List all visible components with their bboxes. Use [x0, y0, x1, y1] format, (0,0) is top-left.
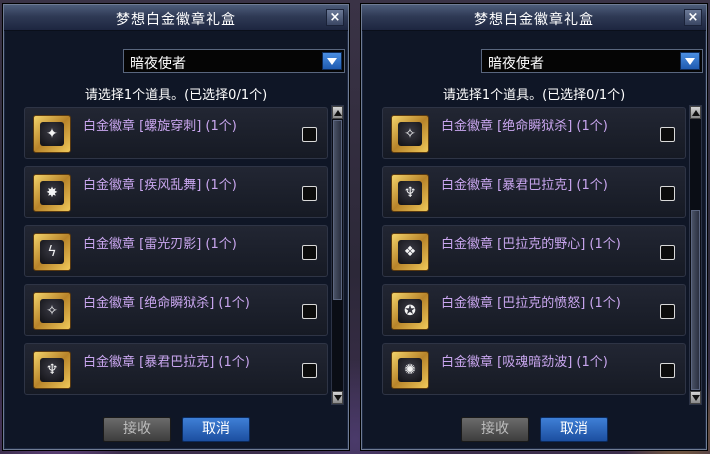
scroll-down-button[interactable] — [332, 391, 343, 404]
item-checkbox[interactable] — [660, 304, 675, 319]
item-checkbox[interactable] — [302, 127, 317, 142]
list-item[interactable]: ❖ 白金徽章 [巴拉克的野心] (1个) — [382, 225, 686, 277]
scroll-up-button[interactable] — [690, 106, 701, 119]
item-name: 白金徽章 [螺旋穿刺] (1个) — [83, 119, 237, 134]
item-checkbox[interactable] — [302, 363, 317, 378]
item-checkbox[interactable] — [302, 304, 317, 319]
list-item[interactable]: ✧ 白金徽章 [绝命瞬狱杀] (1个) — [24, 284, 328, 336]
tyrant-barak-icon: ♆ — [33, 351, 71, 389]
accept-button[interactable]: 接收 — [461, 417, 529, 442]
list-item[interactable]: ✸ 白金徽章 [疾风乱舞] (1个) — [24, 166, 328, 218]
item-checkbox[interactable] — [660, 186, 675, 201]
item-checkbox[interactable] — [660, 363, 675, 378]
cancel-button[interactable]: 取消 — [182, 417, 250, 442]
scrollbar[interactable] — [331, 105, 344, 405]
item-list: ✦ 白金徽章 [螺旋穿刺] (1个) ✸ 白金徽章 [疾风乱舞] (1个) ϟ … — [15, 103, 343, 407]
dialog-titlebar[interactable]: 梦想白金徽章礼盒 × — [4, 5, 348, 31]
scrollbar[interactable] — [689, 105, 702, 405]
class-dropdown[interactable]: 暗夜使者 — [123, 49, 345, 73]
gift-box-dialog-left: 梦想白金徽章礼盒 × 暗夜使者 请选择1个道具。(已选择0/1个) ✦ 白金徽章… — [3, 4, 349, 450]
item-name: 白金徽章 [暴君巴拉克] (1个) — [441, 178, 608, 193]
scroll-down-button[interactable] — [690, 391, 701, 404]
item-name: 白金徽章 [吸魂暗劲波] (1个) — [441, 355, 608, 370]
selection-prompt: 请选择1个道具。(已选择0/1个) — [84, 88, 268, 103]
class-dropdown[interactable]: 暗夜使者 — [481, 49, 703, 73]
chevron-down-icon[interactable] — [322, 52, 342, 70]
soul-drain-icon: ✺ — [391, 351, 429, 389]
spiral-pierce-icon: ✦ — [33, 115, 71, 153]
list-item[interactable]: ✪ 白金徽章 [巴拉克的愤怒] (1个) — [382, 284, 686, 336]
wind-dance-icon: ✸ — [33, 174, 71, 212]
list-item[interactable]: ✦ 白金徽章 [螺旋穿刺] (1个) — [24, 107, 328, 159]
item-checkbox[interactable] — [302, 245, 317, 260]
list-item[interactable]: ♆ 白金徽章 [暴君巴拉克] (1个) — [24, 343, 328, 395]
barak-ambition-icon: ❖ — [391, 233, 429, 271]
list-item[interactable]: ✧ 白金徽章 [绝命瞬狱杀] (1个) — [382, 107, 686, 159]
gift-box-dialog-right: 梦想白金徽章礼盒 × 暗夜使者 请选择1个道具。(已选择0/1个) ✧ 白金徽章… — [361, 4, 707, 450]
cancel-button[interactable]: 取消 — [540, 417, 608, 442]
item-checkbox[interactable] — [660, 245, 675, 260]
close-button[interactable]: × — [326, 9, 344, 26]
item-name: 白金徽章 [巴拉克的愤怒] (1个) — [441, 296, 621, 311]
item-name: 白金徽章 [绝命瞬狱杀] (1个) — [83, 296, 250, 311]
fatal-strike-icon: ✧ — [33, 292, 71, 330]
barak-wrath-icon: ✪ — [391, 292, 429, 330]
item-name: 白金徽章 [绝命瞬狱杀] (1个) — [441, 119, 608, 134]
accept-button[interactable]: 接收 — [103, 417, 171, 442]
scroll-up-button[interactable] — [332, 106, 343, 119]
dialog-title: 梦想白金徽章礼盒 — [474, 12, 594, 28]
item-name: 白金徽章 [暴君巴拉克] (1个) — [83, 355, 250, 370]
chevron-down-icon[interactable] — [680, 52, 700, 70]
item-checkbox[interactable] — [302, 186, 317, 201]
item-list: ✧ 白金徽章 [绝命瞬狱杀] (1个) ♆ 白金徽章 [暴君巴拉克] (1个) … — [373, 103, 701, 407]
dropdown-selected-value: 暗夜使者 — [130, 56, 186, 72]
list-item[interactable]: ϟ 白金徽章 [雷光刃影] (1个) — [24, 225, 328, 277]
dialog-title: 梦想白金徽章礼盒 — [116, 12, 236, 28]
selection-prompt: 请选择1个道具。(已选择0/1个) — [442, 88, 626, 103]
dialog-titlebar[interactable]: 梦想白金徽章礼盒 × — [362, 5, 706, 31]
scroll-thumb[interactable] — [333, 120, 342, 300]
list-item[interactable]: ♆ 白金徽章 [暴君巴拉克] (1个) — [382, 166, 686, 218]
item-name: 白金徽章 [雷光刃影] (1个) — [83, 237, 237, 252]
tyrant-barak-icon: ♆ — [391, 174, 429, 212]
lightning-blade-icon: ϟ — [33, 233, 71, 271]
scroll-thumb[interactable] — [691, 210, 700, 390]
list-item[interactable]: ✺ 白金徽章 [吸魂暗劲波] (1个) — [382, 343, 686, 395]
dropdown-selected-value: 暗夜使者 — [488, 56, 544, 72]
item-name: 白金徽章 [巴拉克的野心] (1个) — [441, 237, 621, 252]
item-checkbox[interactable] — [660, 127, 675, 142]
item-name: 白金徽章 [疾风乱舞] (1个) — [83, 178, 237, 193]
fatal-strike-icon: ✧ — [391, 115, 429, 153]
close-button[interactable]: × — [684, 9, 702, 26]
